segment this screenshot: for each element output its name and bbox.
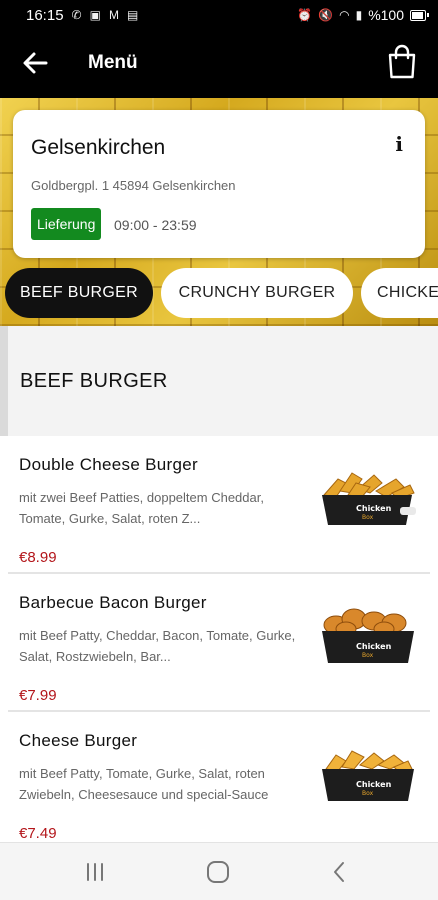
battery-fill [412,11,423,19]
chicken-box-fries-image: Chicken Box [322,750,414,801]
svg-text:Box: Box [362,652,374,659]
item-description: mit zwei Beef Patties, doppeltem Cheddar… [19,490,264,526]
system-nav-bar [0,842,438,900]
delivery-badge: Lieferung [31,208,102,240]
tab-chicken[interactable]: CHICKEN [361,268,438,318]
tab-beef-burger[interactable]: BEEF BURGER [5,268,153,318]
item-name: Cheese Burger [19,731,138,750]
app-header: Menü [0,30,438,98]
whatsapp-icon: ✆ [71,8,82,22]
page-title: Menü [88,52,138,73]
recents-icon[interactable] [80,857,110,887]
category-tabs: BEEF BURGER CRUNCHY BURGER CHICKEN [0,268,438,320]
status-bar: 16:15 ✆ ▣ M ▤ ⏰ 🔇 ◠ ▮ %100 [0,0,438,30]
tab-crunchy-burger[interactable]: CRUNCHY BURGER [161,268,353,318]
section-header: BEEF BURGER [0,326,438,436]
signal-icon: ▮ [355,8,363,22]
store-name: Gelsenkirchen [31,136,166,159]
box-icon: ▤ [126,8,139,22]
svg-text:Box: Box [362,514,374,521]
chicken-box-fries-image: Chicken Box [322,472,416,525]
item-price: €7.49 [19,825,57,842]
section-title: BEEF BURGER [20,370,168,392]
item-name: Double Cheese Burger [19,455,198,474]
chicken-box-wings-image: Chicken Box [322,608,414,663]
item-description: mit Beef Patty, Tomate, Gurke, Salat, ro… [19,766,269,802]
menu-item[interactable]: Barbecue Bacon Burger mit Beef Patty, Ch… [0,574,438,712]
gallery-icon: ▣ [89,8,101,22]
store-card: Gelsenkirchen i Goldbergpl. 1 45894 Gels… [13,110,425,258]
battery-percent: %100 [368,7,404,23]
shopping-bag-icon[interactable] [386,44,418,80]
back-chevron-icon[interactable] [325,857,355,887]
menu-item[interactable]: Cheese Burger mit Beef Patty, Tomate, Gu… [0,712,438,843]
arrow-left-icon[interactable] [22,50,48,76]
menu-item[interactable]: Double Cheese Burger mit zwei Beef Patti… [0,436,438,574]
home-icon[interactable] [203,857,233,887]
svg-text:Box: Box [362,790,374,797]
m-icon: M [108,8,119,22]
svg-text:Chicken: Chicken [356,780,392,789]
store-address: Goldbergpl. 1 45894 Gelsenkirchen [31,178,236,193]
mute-icon: 🔇 [318,8,334,22]
wifi-icon: ◠ [339,8,350,22]
alarm-icon: ⏰ [297,8,313,22]
item-price: €7.99 [19,687,57,704]
item-price: €8.99 [19,549,57,566]
battery-icon [410,9,429,21]
info-icon[interactable]: i [395,132,403,156]
svg-text:Chicken: Chicken [356,642,392,651]
svg-text:Chicken: Chicken [356,504,392,513]
item-name: Barbecue Bacon Burger [19,593,207,612]
opening-hours: 09:00 - 23:59 [114,217,197,233]
status-time: 16:15 [26,6,64,24]
item-description: mit Beef Patty, Cheddar, Bacon, Tomate, … [19,628,296,664]
menu-list: Double Cheese Burger mit zwei Beef Patti… [0,436,438,843]
